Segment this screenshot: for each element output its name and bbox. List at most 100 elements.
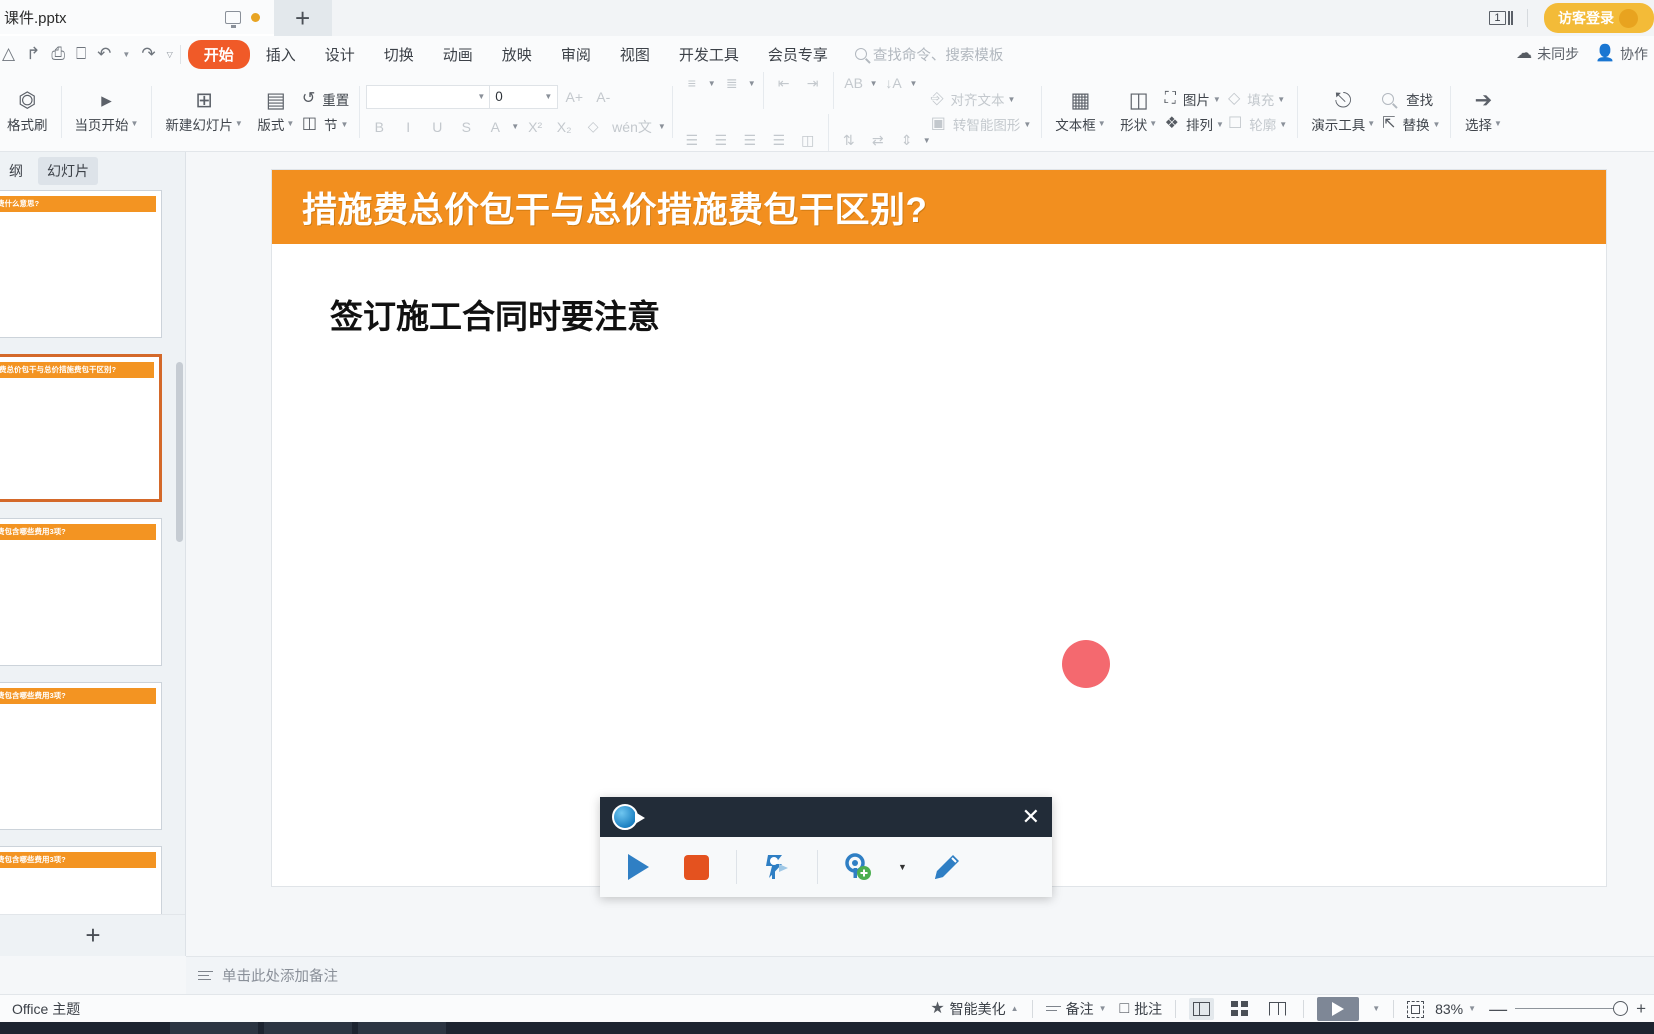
chevron-down-icon[interactable]: ▼ [870, 79, 878, 88]
chevron-down-icon[interactable]: ▼ [1494, 119, 1502, 128]
increase-indent-icon[interactable]: ⇥ [800, 72, 826, 96]
zoom-slider[interactable]: — + [1489, 1000, 1646, 1018]
chevron-down-icon[interactable]: ▼ [1023, 120, 1031, 129]
chevron-down-icon[interactable]: ▼ [1367, 119, 1375, 128]
new-tab-button[interactable]: + [273, 0, 332, 36]
chevron-down-icon[interactable]: ▼ [1372, 1004, 1380, 1013]
sidebar-tab-slides[interactable]: 幻灯片 [38, 157, 98, 185]
align-center-icon[interactable]: ☰ [708, 128, 734, 152]
arrange-button[interactable]: 排列 ▼ [1182, 114, 1228, 134]
customize-qat-icon[interactable]: ▽ [167, 50, 173, 59]
font-color-button[interactable]: A [482, 114, 508, 139]
normal-view-button[interactable] [1189, 997, 1215, 1020]
clear-format-icon[interactable]: ◇ [580, 114, 606, 139]
chevron-down-icon[interactable]: ▼ [544, 92, 552, 101]
ribbon-tab-design[interactable]: 设计 [312, 40, 368, 69]
chevron-down-icon[interactable]: ▼ [910, 79, 918, 88]
find-button[interactable]: 查找 [1402, 89, 1437, 109]
document-tab[interactable]: 课件.pptx [0, 0, 274, 36]
char-spacing-icon[interactable]: ↓A [881, 72, 907, 96]
distribute-icon[interactable]: ◫ [795, 128, 821, 152]
print-preview-icon[interactable]: ⎕ [76, 44, 86, 64]
numbered-list-icon[interactable]: ≣ [719, 72, 745, 96]
zoom-level-button[interactable]: 83% ▼ [1435, 1001, 1476, 1017]
chevron-down-icon[interactable]: ▼ [1213, 95, 1221, 104]
ribbon-tab-insert[interactable]: 插入 [253, 40, 309, 69]
ribbon-tab-view[interactable]: 视图 [607, 40, 663, 69]
undo-icon[interactable]: ↶ [97, 44, 111, 64]
notes-pane[interactable]: 单击此处添加备注 [186, 956, 1654, 994]
undo-caret-icon[interactable]: ▼ [122, 50, 130, 59]
notes-toggle-button[interactable]: 备注 ▼ [1045, 999, 1107, 1019]
grow-font-button[interactable]: A+ [561, 84, 587, 109]
align-text-button[interactable]: 对齐文本 ▼ [947, 89, 1020, 109]
share-icon[interactable]: ↱ [26, 44, 40, 64]
strikethrough-button[interactable]: S [453, 114, 479, 139]
save-icon[interactable]: △ [2, 44, 15, 64]
thumbnail-item[interactable]: 措施费包含哪些费用3项? [0, 518, 162, 666]
reading-view-button[interactable] [1265, 998, 1290, 1020]
bold-button[interactable]: B [366, 114, 392, 139]
chevron-down-icon[interactable]: ▼ [131, 119, 139, 128]
pencil-button[interactable] [929, 849, 965, 885]
pinyin-guide-button[interactable]: wén文 [609, 114, 655, 139]
chevron-down-icon[interactable]: ▼ [1468, 1004, 1476, 1013]
chevron-down-icon[interactable]: ▼ [898, 862, 907, 872]
theme-label[interactable]: Office 主题 [8, 999, 80, 1019]
thumbnail-item-selected[interactable]: 措施费总价包干与总价措施费包干区别? [0, 354, 162, 502]
chevron-down-icon[interactable]: ▼ [511, 122, 519, 131]
chevron-down-icon[interactable]: ▼ [1149, 119, 1157, 128]
page-count-indicator[interactable]: 1 [1487, 10, 1515, 26]
close-icon[interactable]: ✕ [1022, 806, 1040, 828]
present-tools-button[interactable]: ⎋ 演示工具 ▼ [1304, 88, 1382, 136]
chevron-down-icon[interactable]: ▼ [1433, 120, 1441, 129]
fill-button[interactable]: 填充 ▼ [1243, 89, 1289, 109]
screen-recorder-toolbar[interactable]: ✕ ▼ [600, 797, 1052, 897]
taskbar-item[interactable] [358, 1022, 446, 1034]
comments-button[interactable]: □ 批注 [1120, 999, 1163, 1019]
chevron-down-icon[interactable]: ▼ [1098, 119, 1106, 128]
superscript-button[interactable]: X² [522, 114, 548, 139]
chevron-down-icon[interactable]: ▼ [340, 120, 348, 129]
outline-button[interactable]: 轮廓 ▼ [1245, 114, 1291, 134]
zoom-slider-track[interactable] [1515, 1007, 1621, 1010]
align-right-icon[interactable]: ☰ [737, 128, 763, 152]
chevron-down-icon[interactable]: ▼ [477, 92, 485, 101]
chevron-down-icon[interactable]: ▼ [923, 136, 931, 145]
recorder-title-bar[interactable]: ✕ [600, 797, 1052, 837]
subscript-button[interactable]: X₂ [551, 114, 577, 139]
chevron-down-icon[interactable]: ▼ [1277, 95, 1285, 104]
replace-button[interactable]: 替换 ▼ [1399, 114, 1445, 134]
ribbon-tab-review[interactable]: 审阅 [548, 40, 604, 69]
add-slide-button[interactable]: + [0, 914, 185, 956]
add-marker-button[interactable] [840, 849, 876, 885]
zoom-slider-knob[interactable] [1613, 1001, 1629, 1016]
ribbon-tab-slideshow[interactable]: 放映 [489, 40, 545, 69]
chevron-down-icon[interactable]: ▼ [1279, 120, 1287, 129]
sidebar-tab-outline[interactable]: 纲 [0, 157, 32, 185]
text-direction-icon[interactable]: AB [841, 72, 867, 96]
list-level-icon[interactable]: ⇕ [894, 128, 920, 152]
taskbar-item[interactable] [170, 1022, 258, 1034]
ribbon-tab-animation[interactable]: 动画 [430, 40, 486, 69]
ribbon-tab-start[interactable]: 开始 [187, 39, 250, 69]
thumbnail-item[interactable]: 措施费包含哪些费用3项? [0, 682, 162, 830]
chevron-down-icon[interactable]: ▼ [235, 119, 243, 128]
shrink-font-button[interactable]: A- [590, 84, 616, 109]
chevron-down-icon[interactable]: ▼ [1099, 1004, 1107, 1013]
collaborate-button[interactable]: 👤 协作 [1595, 44, 1648, 64]
stop-button[interactable] [678, 849, 714, 885]
picture-button[interactable]: 图片 ▼ [1179, 89, 1225, 109]
reset-button[interactable]: 重置 [318, 89, 353, 109]
layout-button[interactable]: ▤ 版式 ▼ [250, 88, 302, 136]
paragraph-spacing-icon[interactable]: ⇄ [865, 128, 891, 152]
shape-button[interactable]: ◫ 形状 ▼ [1113, 88, 1165, 136]
textbox-button[interactable]: ▦ 文本框 ▼ [1048, 88, 1112, 136]
font-name-input[interactable]: ▼ [367, 86, 489, 108]
play-button[interactable] [620, 849, 656, 885]
decrease-indent-icon[interactable]: ⇤ [771, 72, 797, 96]
slide-body-text[interactable]: 签订施工合同时要注意 [330, 290, 660, 338]
chevron-up-icon[interactable]: ▲ [1011, 1004, 1019, 1013]
print-icon[interactable]: ⎙ [51, 44, 65, 64]
font-size-input[interactable]: 0 ▼ [489, 85, 557, 108]
